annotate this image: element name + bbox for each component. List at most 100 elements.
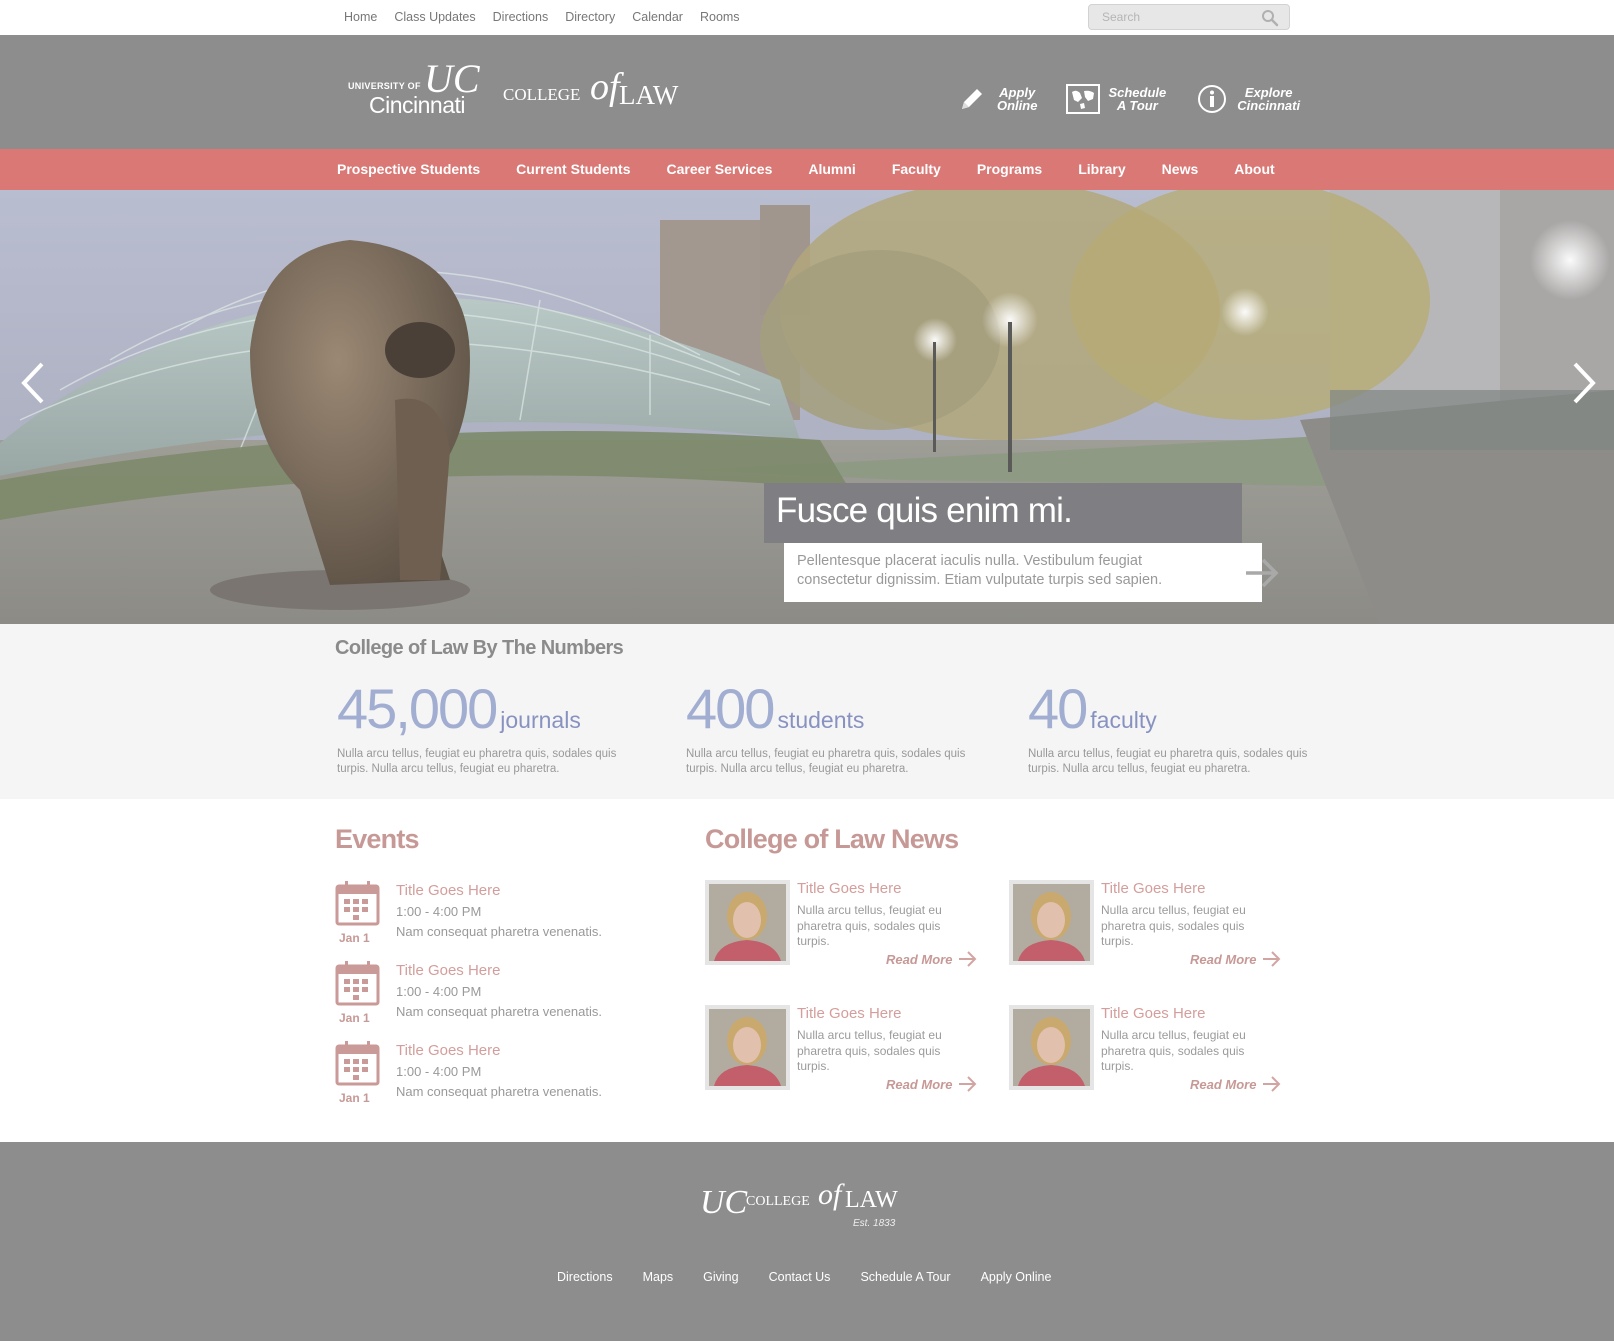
stat-description: Nulla arcu tellus, feugiat eu pharetra q… <box>337 748 617 775</box>
numbers-title: College of Law By The Numbers <box>335 637 624 659</box>
arrow-right-icon <box>959 951 977 967</box>
news-description: Nulla arcu tellus, feugiat eu pharetra q… <box>1101 1028 1246 1073</box>
nav-alumni[interactable]: Alumni <box>808 149 873 190</box>
main-nav: Prospective Students Current Students Ca… <box>0 149 1614 190</box>
util-link-class-updates[interactable]: Class Updates <box>394 10 475 24</box>
nav-current-students[interactable]: Current Students <box>516 149 648 190</box>
site-footer: UC COLLEGE of LAW Est. 1833 Directions M… <box>0 1142 1614 1341</box>
schedule-tour-link[interactable]: Schedule A Tour <box>1066 82 1166 116</box>
read-more-link[interactable]: Read More <box>1190 950 1282 968</box>
stat-unit: faculty <box>1090 707 1157 733</box>
footer-link-schedule-a-tour[interactable]: Schedule A Tour <box>860 1270 950 1284</box>
news-item: Title Goes Here Nulla arcu tellus, feugi… <box>1009 1005 1294 1095</box>
cincinnati-label: Cincinnati <box>369 92 466 118</box>
event-description: Nam consequat pharetra venenatis. <box>396 1004 602 1019</box>
stat-unit: students <box>777 707 865 733</box>
util-link-calendar[interactable]: Calendar <box>632 10 683 24</box>
info-icon <box>1195 82 1229 116</box>
news-description: Nulla arcu tellus, feugiat eu pharetra q… <box>797 1028 942 1073</box>
stat-students: 400 students Nulla arcu tellus, feugiat e… <box>686 681 986 777</box>
event-description: Nam consequat pharetra venenatis. <box>396 1084 602 1099</box>
nav-prospective-students[interactable]: Prospective Students <box>337 149 498 190</box>
utility-nav: Home Class Updates Directions Directory … <box>344 10 757 24</box>
util-link-directions[interactable]: Directions <box>493 10 549 24</box>
read-more-label: Read More <box>886 951 953 967</box>
slide-caption[interactable]: Pellentesque placerat iaculis nulla. Ves… <box>784 543 1279 602</box>
news-title-link[interactable]: Title Goes Here <box>797 1005 901 1022</box>
utility-bar: Home Class Updates Directions Directory … <box>0 0 1614 35</box>
footer-link-directions[interactable]: Directions <box>557 1270 613 1284</box>
footer-est: Est. 1833 <box>853 1218 896 1229</box>
university-logo[interactable]: UC UNIVERSITY OF Cincinnati <box>348 59 480 121</box>
footer-nav: Directions Maps Giving Contact Us Schedu… <box>557 1270 1081 1284</box>
read-more-link[interactable]: Read More <box>886 950 978 968</box>
news-description: Nulla arcu tellus, feugiat eu pharetra q… <box>797 903 942 948</box>
footer-link-giving[interactable]: Giving <box>703 1270 738 1284</box>
logo-law-text: LAW <box>619 80 679 110</box>
search-icon[interactable] <box>1261 9 1279 32</box>
event-date: Jan 1 <box>339 1091 370 1105</box>
arrow-right-icon <box>1263 951 1281 967</box>
news-title-link[interactable]: Title Goes Here <box>1101 1005 1205 1022</box>
news-photo[interactable] <box>705 1005 790 1090</box>
util-link-home[interactable]: Home <box>344 10 377 24</box>
search-input[interactable] <box>1089 5 1249 29</box>
arrow-right-icon <box>1263 1076 1281 1092</box>
footer-link-maps[interactable]: Maps <box>643 1270 674 1284</box>
news-title-link[interactable]: Title Goes Here <box>1101 880 1205 897</box>
event-title[interactable]: Title Goes Here <box>396 1042 500 1059</box>
explore-cincinnati-link[interactable]: Explore Cincinnati <box>1195 82 1300 116</box>
apply-online-link[interactable]: Apply Online <box>955 82 1037 116</box>
news-item: Title Goes Here Nulla arcu tellus, feugi… <box>705 1005 990 1095</box>
util-link-directory[interactable]: Directory <box>565 10 615 24</box>
pencil-icon <box>955 82 989 116</box>
slide-text: Pellentesque placerat iaculis nulla. Ves… <box>797 553 1163 588</box>
read-more-link[interactable]: Read More <box>1190 1075 1282 1093</box>
news-description: Nulla arcu tellus, feugiat eu pharetra q… <box>1101 903 1246 948</box>
event-item[interactable]: Jan 1 Title Goes Here 1:00 - 4:00 PM Nam… <box>335 880 665 952</box>
schedule-line2: A Tour <box>1116 98 1158 113</box>
event-title[interactable]: Title Goes Here <box>396 882 500 899</box>
news-title-link[interactable]: Title Goes Here <box>797 880 901 897</box>
read-more-link[interactable]: Read More <box>886 1075 978 1093</box>
footer-logo-of: of <box>818 1178 842 1211</box>
stat-value: 40 <box>1028 677 1088 740</box>
footer-logo-law: LAW <box>845 1187 898 1213</box>
quick-links: Apply Online Schedule A Tour Explore Cincin… <box>955 82 1329 116</box>
uc-monogram: UC <box>700 1184 748 1221</box>
news-photo[interactable] <box>705 880 790 965</box>
nav-news[interactable]: News <box>1162 149 1217 190</box>
event-item[interactable]: Jan 1 Title Goes Here 1:00 - 4:00 PM Nam… <box>335 960 665 1032</box>
news-photo[interactable] <box>1009 880 1094 965</box>
footer-logo[interactable]: UC COLLEGE of LAW Est. 1833 <box>700 1178 915 1238</box>
nav-career-services[interactable]: Career Services <box>667 149 791 190</box>
site-header: UC UNIVERSITY OF Cincinnati COLLEGE of L… <box>0 35 1614 149</box>
nav-programs[interactable]: Programs <box>977 149 1060 190</box>
footer-link-apply-online[interactable]: Apply Online <box>981 1270 1052 1284</box>
event-item[interactable]: Jan 1 Title Goes Here 1:00 - 4:00 PM Nam… <box>335 1040 665 1112</box>
calendar-icon <box>335 880 380 931</box>
arrow-right-icon <box>959 1076 977 1092</box>
nav-library[interactable]: Library <box>1078 149 1143 190</box>
college-of-law-logo[interactable]: COLLEGE of LAW <box>503 65 693 127</box>
nav-faculty[interactable]: Faculty <box>892 149 959 190</box>
event-title[interactable]: Title Goes Here <box>396 962 500 979</box>
stat-journals: 45,000 journals Nulla arcu tellus, feugia… <box>337 681 637 777</box>
explore-line2: Cincinnati <box>1237 98 1301 113</box>
stat-value: 45,000 <box>337 677 498 740</box>
slider-prev-button[interactable] <box>14 358 54 408</box>
read-more-label: Read More <box>1190 951 1257 967</box>
event-date: Jan 1 <box>339 931 370 945</box>
calendar-icon <box>335 960 380 1011</box>
news-photo[interactable] <box>1009 1005 1094 1090</box>
footer-link-contact-us[interactable]: Contact Us <box>769 1270 831 1284</box>
event-time: 1:00 - 4:00 PM <box>396 984 482 999</box>
stat-unit: journals <box>500 707 581 733</box>
util-link-rooms[interactable]: Rooms <box>700 10 740 24</box>
news-item: Title Goes Here Nulla arcu tellus, feugi… <box>1009 880 1294 970</box>
nav-about[interactable]: About <box>1234 149 1292 190</box>
slider-next-button[interactable] <box>1563 358 1603 408</box>
slide-title: Fusce quis enim mi. <box>764 483 1242 543</box>
news-title: College of Law News <box>705 824 959 854</box>
event-description: Nam consequat pharetra venenatis. <box>396 924 602 939</box>
